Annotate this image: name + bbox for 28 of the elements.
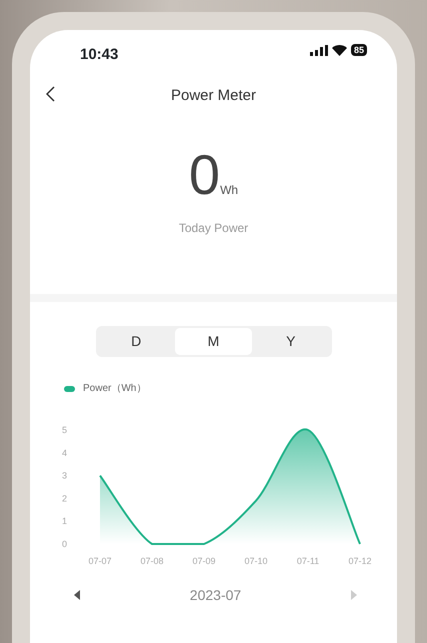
power-unit: Wh	[220, 182, 238, 199]
battery-indicator: 85	[350, 44, 367, 56]
wifi-icon	[332, 44, 347, 56]
left-triangle-icon	[74, 590, 80, 600]
x-axis-label: 07-08	[140, 556, 164, 566]
x-axis-label: 07-11	[296, 556, 320, 566]
period-tab[interactable]: M	[174, 328, 252, 355]
period-tab[interactable]: Y	[252, 328, 330, 355]
right-triangle-icon	[350, 590, 357, 600]
period-tab[interactable]: D	[98, 328, 175, 355]
legend-label: Power（Wh）	[83, 382, 146, 396]
back-icon	[46, 86, 55, 102]
x-axis-label: 07-09	[192, 556, 216, 566]
x-axis-label: 07-07	[88, 556, 112, 566]
y-axis-label: 3	[62, 470, 68, 481]
y-axis-label: 1	[62, 516, 68, 526]
power-value: 0	[188, 147, 220, 203]
y-axis-label: 4	[62, 448, 68, 458]
y-axis-label: 2	[62, 493, 68, 504]
period-label: 2023-07	[190, 586, 242, 604]
power-caption: Today Power	[178, 220, 248, 237]
y-axis-label: 0	[62, 539, 68, 549]
page-title: Power Meter	[170, 86, 256, 106]
x-axis-label: 07-10	[244, 556, 268, 566]
status-time: 10:43	[80, 45, 118, 65]
x-axis-label: 07-12	[348, 556, 372, 566]
signal-icon	[310, 44, 328, 56]
y-axis-label: 5	[62, 425, 68, 435]
